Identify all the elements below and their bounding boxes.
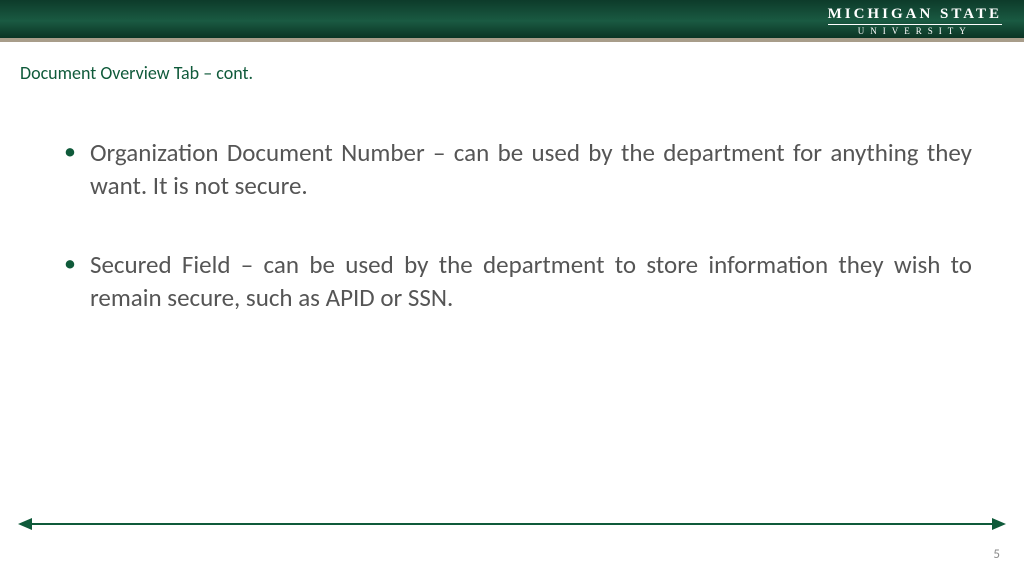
slide-body: Organization Document Number – can be us…: [60, 136, 972, 360]
logo-text-sub: UNIVERSITY: [828, 26, 1002, 36]
slide: MICHIGAN STATE UNIVERSITY Document Overv…: [0, 0, 1024, 576]
bullet-item: Secured Field – can be used by the depar…: [60, 248, 972, 314]
header-band: MICHIGAN STATE UNIVERSITY: [0, 0, 1024, 42]
page-number: 5: [993, 547, 1000, 562]
divider-line: [32, 523, 992, 525]
bullet-item: Organization Document Number – can be us…: [60, 136, 972, 202]
arrow-left-icon: [18, 518, 32, 530]
divider-arrow: [18, 517, 1006, 531]
logo-text-main: MICHIGAN STATE: [828, 6, 1002, 25]
arrow-right-icon: [992, 518, 1006, 530]
msu-logo: MICHIGAN STATE UNIVERSITY: [828, 6, 1002, 36]
slide-title: Document Overview Tab – cont.: [20, 62, 253, 84]
